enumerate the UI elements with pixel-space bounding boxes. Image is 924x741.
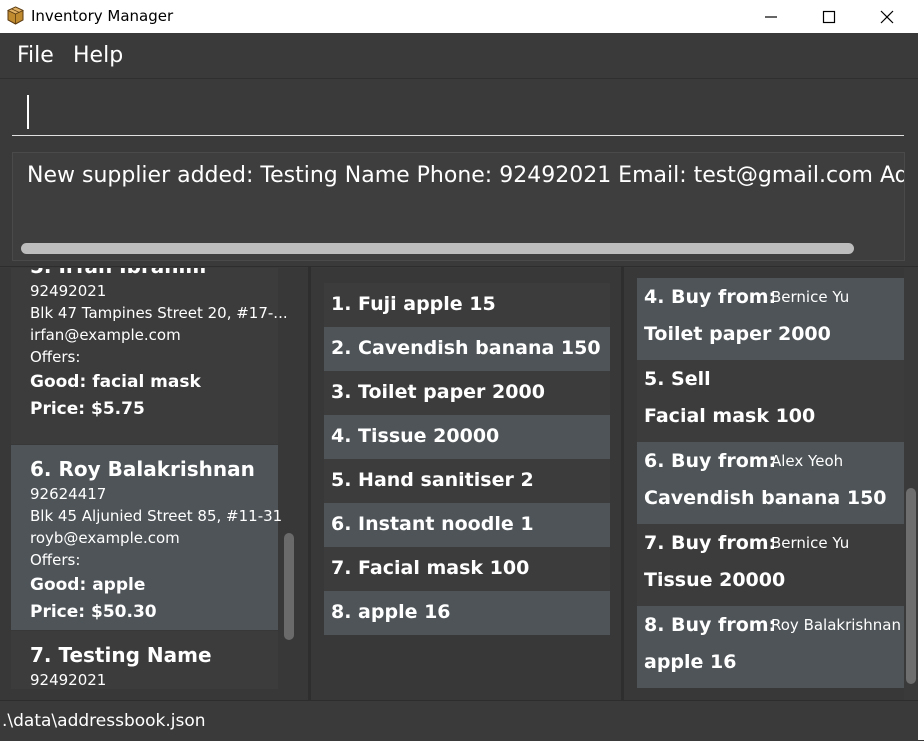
inventory-list-panel: 1. Fuji apple 15 2. Cavendish banana 150… — [311, 268, 621, 701]
order-header: 6. Buy from: — [644, 450, 777, 472]
inventory-item-label: 7. Facial mask 100 — [331, 557, 530, 579]
close-button[interactable] — [858, 0, 916, 33]
order-item: Cavendish banana 150 — [644, 487, 887, 509]
menu-file[interactable]: File — [17, 43, 54, 68]
title-bar: Inventory Manager — [0, 0, 924, 33]
order-card[interactable]: 8. Buy from: Roy Balakrishnan apple 16 — [637, 606, 904, 688]
supplier-address: Blk 45 Aljunied Street 85, #11-31 — [30, 507, 283, 525]
order-card[interactable]: 5. Sell Facial mask 100 — [637, 360, 904, 442]
supplier-phone: 92492021 — [30, 282, 107, 300]
order-card[interactable]: 6. Buy from: Alex Yeoh Cavendish banana … — [637, 442, 904, 524]
supplier-offer-good: Good: apple — [30, 575, 146, 595]
order-card[interactable]: 4. Buy from: Bernice Yu Toilet paper 200… — [637, 278, 904, 360]
supplier-name: 6. Roy Balakrishnan — [30, 457, 255, 481]
window-title: Inventory Manager — [31, 7, 174, 25]
supplier-card[interactable]: 6. Roy Balakrishnan 92624417 Blk 45 Alju… — [11, 445, 282, 630]
order-list-panel: 4. Buy from: Bernice Yu Toilet paper 200… — [624, 268, 904, 701]
inventory-item-label: 6. Instant noodle 1 — [331, 513, 534, 535]
inventory-item[interactable]: 2. Cavendish banana 150 — [324, 327, 610, 371]
inventory-item[interactable]: 1. Fuji apple 15 — [324, 283, 610, 327]
status-file-path: .\data\addressbook.json — [2, 711, 206, 731]
inventory-item[interactable]: 8. apple 16 — [324, 591, 610, 635]
supplier-phone: 92492021 — [30, 671, 107, 689]
minimize-button[interactable] — [742, 0, 800, 33]
result-display: New supplier added: Testing Name Phone: … — [12, 152, 905, 261]
text-caret — [27, 95, 29, 129]
minimize-icon — [765, 15, 777, 18]
supplier-card[interactable]: 7. Testing Name 92492021 — [11, 631, 278, 689]
order-item: Facial mask 100 — [644, 405, 816, 427]
order-card[interactable]: 7. Buy from: Bernice Yu Tissue 20000 — [637, 524, 904, 606]
inventory-item-label: 4. Tissue 20000 — [331, 425, 500, 447]
supplier-email: irfan@example.com — [30, 326, 181, 344]
order-header: 4. Buy from: — [644, 286, 777, 308]
inventory-item[interactable]: 5. Hand sanitiser 2 — [324, 459, 610, 503]
command-input[interactable] — [12, 79, 904, 136]
command-area — [0, 78, 918, 147]
order-header: 8. Buy from: — [644, 614, 777, 636]
order-header: 5. Sell — [644, 368, 711, 390]
supplier-list-panel: 5. Irfan Ibrahim 92492021 Blk 47 Tampine… — [0, 268, 308, 701]
inventory-item[interactable]: 7. Facial mask 100 — [324, 547, 610, 591]
maximize-button[interactable] — [800, 0, 858, 33]
panels-area: 5. Irfan Ibrahim 92492021 Blk 47 Tampine… — [0, 266, 918, 701]
inventory-item-label: 2. Cavendish banana 150 — [331, 337, 601, 359]
order-supplier: Alex Yeoh — [771, 452, 844, 470]
result-message: New supplier added: Testing Name Phone: … — [27, 163, 904, 188]
inventory-item-label: 8. apple 16 — [331, 601, 451, 623]
inventory-item-label: 5. Hand sanitiser 2 — [331, 469, 534, 491]
order-item: Toilet paper 2000 — [644, 323, 831, 345]
inventory-item-label: 1. Fuji apple 15 — [331, 293, 496, 315]
inventory-item[interactable]: 4. Tissue 20000 — [324, 415, 610, 459]
inventory-item-label: 3. Toilet paper 2000 — [331, 381, 545, 403]
supplier-name: 7. Testing Name — [30, 643, 212, 667]
order-scrollbar[interactable] — [906, 488, 916, 684]
inventory-item[interactable]: 6. Instant noodle 1 — [324, 503, 610, 547]
order-item: Tissue 20000 — [644, 569, 786, 591]
supplier-offer-price: Price: $50.30 — [30, 602, 157, 622]
menu-help[interactable]: Help — [73, 43, 123, 68]
order-item: apple 16 — [644, 651, 737, 673]
order-supplier: Bernice Yu — [771, 288, 850, 306]
supplier-offer-price: Price: $5.75 — [30, 399, 145, 419]
inventory-item[interactable]: 3. Toilet paper 2000 — [324, 371, 610, 415]
status-bar: .\data\addressbook.json — [0, 700, 918, 741]
supplier-email: royb@example.com — [30, 529, 180, 547]
supplier-scrollbar[interactable] — [284, 533, 294, 640]
supplier-card[interactable]: 5. Irfan Ibrahim 92492021 Blk 47 Tampine… — [11, 268, 288, 444]
horizontal-scrollbar[interactable] — [21, 243, 854, 254]
supplier-phone: 92624417 — [30, 485, 107, 503]
menu-bar: File Help — [0, 33, 918, 78]
supplier-address: Blk 47 Tampines Street 20, #17-... — [30, 304, 288, 322]
supplier-offers-label: Offers: — [30, 551, 81, 569]
order-supplier: Roy Balakrishnan — [771, 616, 901, 634]
order-supplier: Bernice Yu — [771, 534, 850, 552]
supplier-offers-label: Offers: — [30, 348, 81, 366]
close-icon — [880, 10, 894, 23]
supplier-offer-good: Good: facial mask — [30, 372, 201, 392]
supplier-name: 5. Irfan Ibrahim — [30, 268, 206, 278]
package-icon — [7, 6, 24, 25]
maximize-icon — [822, 10, 836, 23]
order-header: 7. Buy from: — [644, 532, 777, 554]
window-edge — [918, 33, 924, 740]
